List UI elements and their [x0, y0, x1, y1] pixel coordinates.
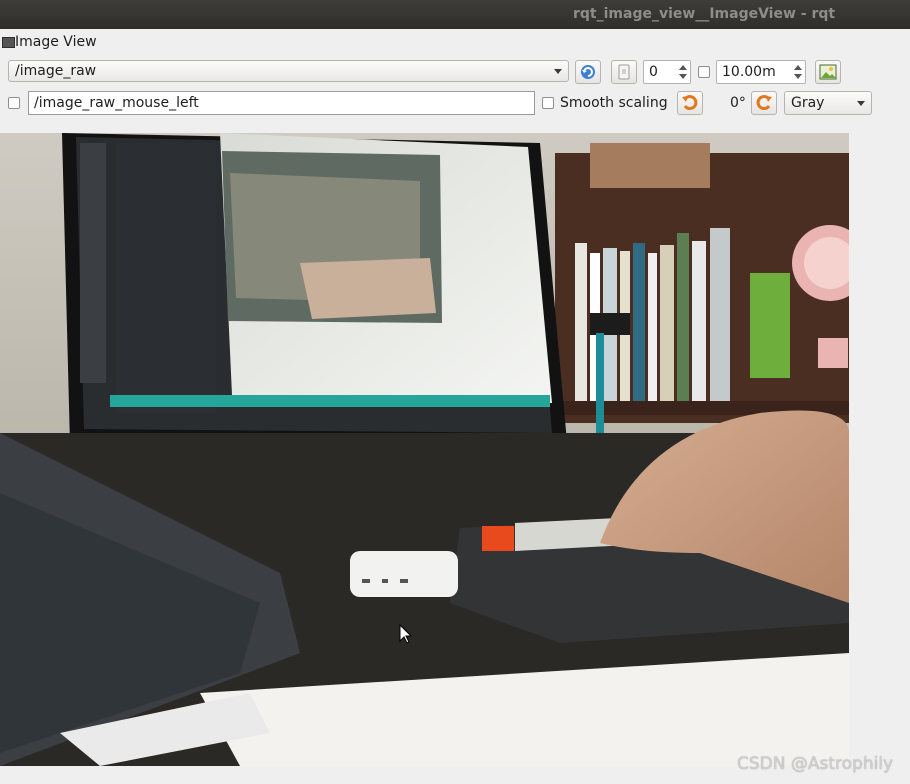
max-range-spinbox[interactable]: 10.00m	[716, 60, 806, 84]
color-scheme-select[interactable]: Gray	[784, 91, 872, 115]
page-icon	[618, 64, 630, 80]
spin-up-arrow-icon[interactable]	[679, 65, 687, 70]
rotate-right-button[interactable]	[751, 91, 777, 115]
dock-title: Image View	[15, 34, 97, 50]
camera-image	[0, 133, 849, 766]
window-titlebar: rqt_image_view__ImageView - rqt	[0, 0, 910, 29]
publish-click-checkbox[interactable]	[8, 97, 20, 109]
spin-value: 0	[649, 64, 658, 80]
smooth-scaling-label: Smooth scaling	[560, 95, 668, 111]
smooth-scaling-checkbox[interactable]	[542, 97, 554, 109]
color-scheme-value: Gray	[791, 95, 825, 111]
watermark-text: CSDN @Astrophily	[737, 754, 894, 774]
image-display[interactable]	[0, 133, 849, 766]
save-as-image-button[interactable]	[815, 60, 841, 84]
rotate-right-icon	[756, 95, 772, 111]
dock-close-icon[interactable]	[2, 37, 15, 48]
refresh-icon	[581, 65, 595, 79]
chevron-down-icon	[857, 101, 865, 106]
topic-select[interactable]: /image_raw	[8, 60, 569, 82]
spin-down-arrow-icon[interactable]	[679, 74, 687, 79]
topic-value: /image_raw	[15, 63, 97, 79]
spin-down-arrow-icon[interactable]	[794, 74, 802, 79]
rotate-left-icon	[682, 95, 698, 111]
rotation-label: 0°	[730, 95, 746, 111]
refresh-topics-button[interactable]	[575, 60, 601, 84]
picture-icon	[819, 64, 837, 80]
dynamic-range-checkbox[interactable]	[698, 66, 710, 78]
max-range-value: 10.00m	[722, 64, 776, 80]
window-title: rqt_image_view__ImageView - rqt	[573, 6, 836, 22]
value-spinbox[interactable]: 0	[643, 60, 691, 84]
mouse-topic-input[interactable]: /image_raw_mouse_left	[28, 91, 535, 115]
mouse-topic-value: /image_raw_mouse_left	[34, 95, 199, 111]
save-image-button[interactable]	[611, 60, 637, 84]
rotate-left-button[interactable]	[677, 91, 703, 115]
spin-up-arrow-icon[interactable]	[794, 65, 802, 70]
chevron-down-icon	[554, 69, 562, 74]
